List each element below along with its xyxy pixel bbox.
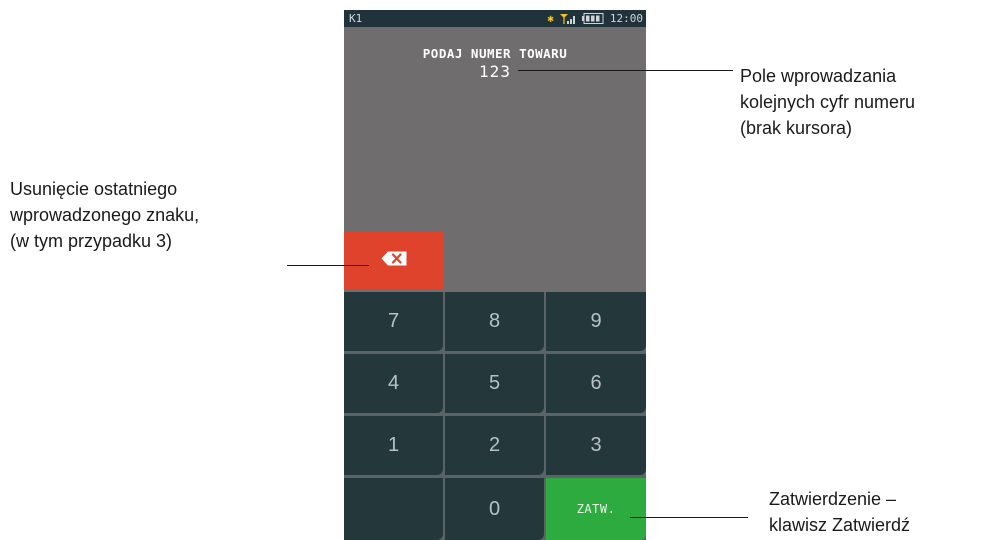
- battery-icon: [581, 13, 604, 24]
- annotation-line: Pole wprowadzania: [740, 66, 897, 86]
- leader-line-confirm: [630, 517, 748, 518]
- key-5[interactable]: 5: [445, 354, 544, 413]
- key-6[interactable]: 6: [546, 354, 646, 413]
- annotation-line: klawisz Zatwierdź: [769, 515, 911, 535]
- number-entry-field[interactable]: 123: [344, 62, 646, 81]
- key-0[interactable]: 0: [445, 478, 544, 540]
- key-9[interactable]: 9: [546, 292, 646, 351]
- annotation-line: (w tym przypadku 3): [10, 231, 173, 251]
- key-3[interactable]: 3: [546, 416, 646, 475]
- status-icons: ✱ 12:00: [547, 10, 643, 27]
- key-2[interactable]: 2: [445, 416, 544, 475]
- annotation-entry-field: Pole wprowadzania kolejnych cyfr numeru …: [740, 63, 994, 141]
- prompt-title: PODAJ NUMER TOWARU: [422, 46, 568, 61]
- annotation-line: Zatwierdzenie –: [769, 489, 897, 509]
- leader-line-backspace: [287, 265, 369, 266]
- signal-icon: [559, 13, 576, 24]
- status-mode-label: K1: [349, 12, 363, 25]
- device-screen: K1 ✱ 12:00 PODAJ NUMER TOWARU 123 7 8 9 …: [344, 10, 646, 540]
- annotation-confirm: Zatwierdzenie – klawisz Zatwierdź: [769, 486, 994, 538]
- backspace-button[interactable]: [344, 231, 444, 290]
- annotation-backspace: Usunięcie ostatniego wprowadzonego znaku…: [10, 176, 310, 254]
- leader-line-entry-field: [518, 70, 733, 71]
- key-8[interactable]: 8: [445, 292, 544, 351]
- annotation-line: wprowadzonego znaku,: [10, 205, 200, 225]
- confirm-button[interactable]: ZATW.: [546, 478, 646, 540]
- clock: 12:00: [609, 12, 643, 25]
- key-7[interactable]: 7: [344, 292, 443, 351]
- key-4[interactable]: 4: [344, 354, 443, 413]
- bluetooth-icon: ✱: [547, 12, 554, 25]
- numeric-keypad: 7 8 9 4 5 6 1 2 3 0 ZATW.: [344, 292, 646, 540]
- annotation-line: kolejnych cyfr numeru: [740, 92, 916, 112]
- annotation-line: (brak kursora): [740, 118, 853, 138]
- figure: K1 ✱ 12:00 PODAJ NUMER TOWARU 123 7 8 9 …: [0, 0, 994, 540]
- backspace-icon: [381, 251, 407, 270]
- status-bar: K1 ✱ 12:00: [344, 10, 646, 27]
- key-blank: [344, 478, 443, 540]
- key-1[interactable]: 1: [344, 416, 443, 475]
- annotation-line: Usunięcie ostatniego: [10, 179, 178, 199]
